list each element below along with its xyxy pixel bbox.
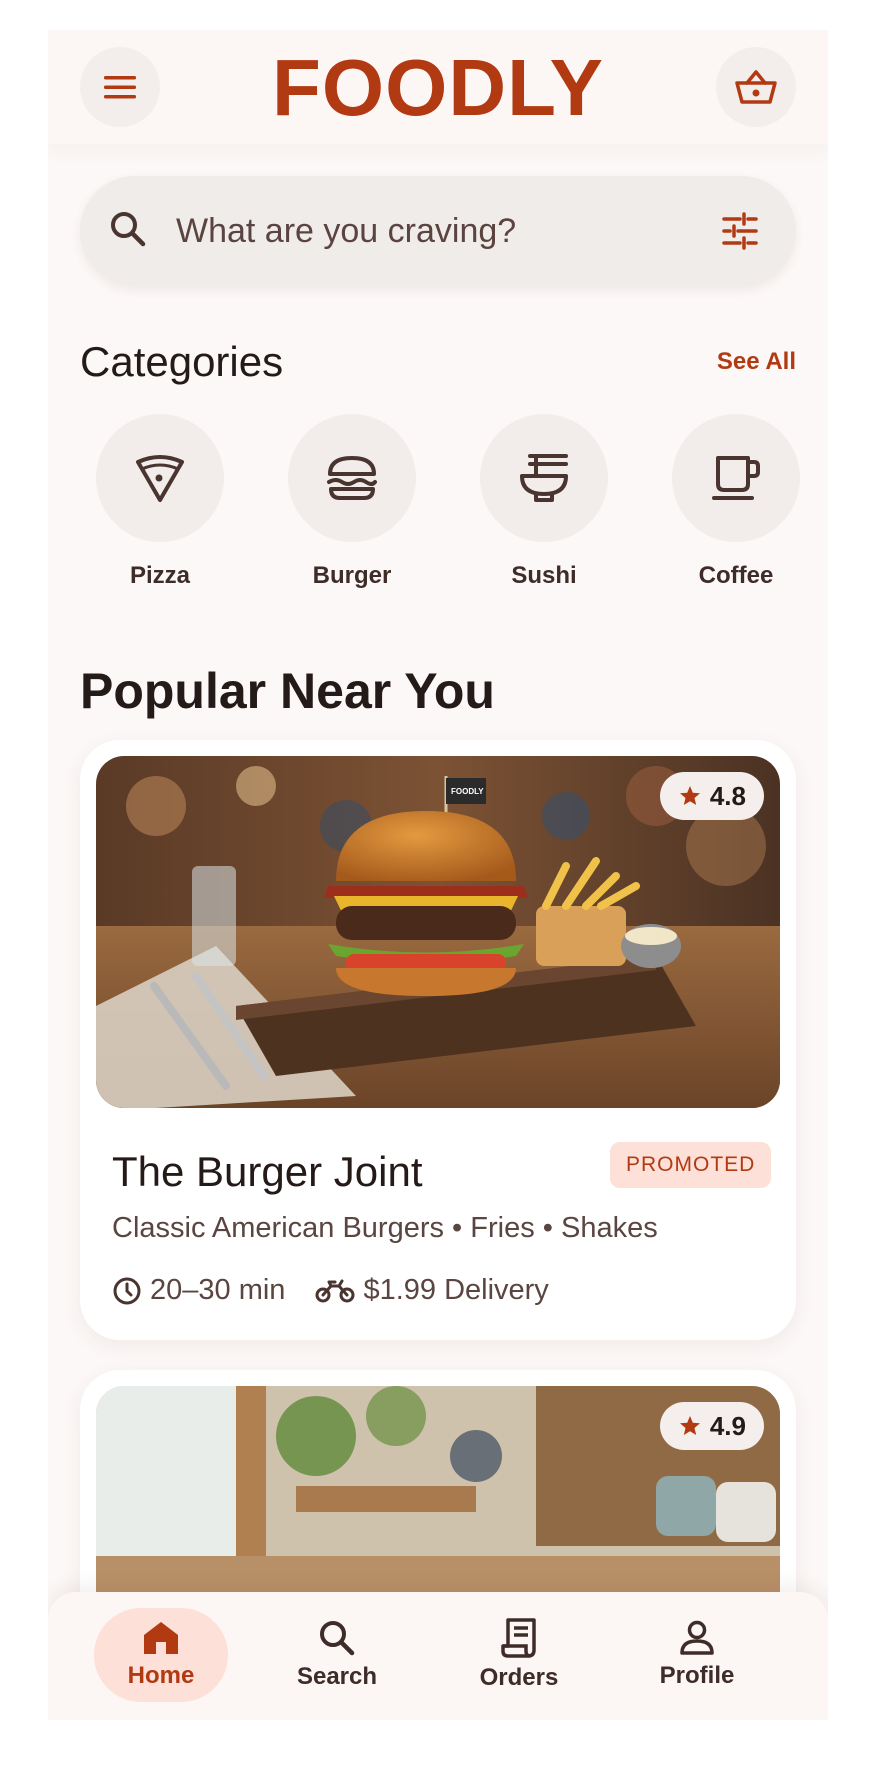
nav-home[interactable]: Home (94, 1608, 228, 1702)
basket-icon (735, 70, 777, 104)
flag-label: FOODLY (451, 787, 484, 796)
category-sushi[interactable]: Sushi (480, 414, 608, 590)
rating-value: 4.9 (709, 1410, 746, 1441)
star-icon (679, 786, 700, 805)
receipt-icon (501, 1618, 536, 1658)
nav-orders[interactable]: Orders (452, 1608, 586, 1702)
star-icon (679, 1416, 700, 1435)
scooter-icon (315, 1279, 355, 1302)
nav-profile[interactable]: Profile (630, 1608, 764, 1702)
pizza-icon (136, 455, 184, 502)
burger-icon (327, 456, 377, 500)
coffee-cup-icon (712, 456, 760, 500)
nav-label: Profile (659, 1662, 735, 1689)
restaurant-card[interactable]: FOODLY 4.8 The Burger Joint PROMOTED Cla… (80, 740, 796, 1340)
filter-sliders-icon[interactable] (720, 211, 760, 251)
rating-badge: 4.8 (659, 772, 764, 820)
restaurant-cuisine: Classic American Burgers • Fries • Shake… (112, 1212, 658, 1244)
category-label: Sushi (511, 562, 577, 589)
delivery-fee-text: $1.99 Delivery (363, 1274, 549, 1306)
category-burger[interactable]: Burger (288, 414, 416, 590)
nav-label: Search (296, 1663, 378, 1690)
cart-button[interactable] (716, 47, 796, 127)
category-circle (480, 414, 608, 542)
popular-title: Popular Near You (80, 663, 495, 719)
delivery-fee: $1.99 Delivery (315, 1274, 549, 1307)
nav-label: Orders (479, 1664, 559, 1691)
search-icon (111, 212, 146, 247)
category-coffee[interactable]: Coffee (672, 414, 800, 590)
nav-label: Home (127, 1662, 195, 1689)
category-circle (288, 414, 416, 542)
search-input[interactable] (176, 206, 716, 256)
app-logo: FOODLY (272, 43, 604, 132)
search-icon (320, 1621, 355, 1656)
home-icon (144, 1622, 178, 1654)
see-all-link[interactable]: See All (688, 348, 796, 376)
category-label: Burger (312, 562, 392, 589)
restaurant-photo: FOODLY 4.8 (96, 756, 780, 1108)
delivery-time: 20–30 min (112, 1274, 285, 1307)
category-pizza[interactable]: Pizza (96, 414, 224, 590)
rating-value: 4.8 (709, 780, 746, 811)
ramen-bowl-icon (520, 454, 568, 502)
category-label: Pizza (129, 562, 191, 589)
promoted-badge: PROMOTED (610, 1142, 772, 1188)
restaurant-name: The Burger Joint (112, 1148, 423, 1195)
bottom-navigation: Home Search Orders Profile (48, 1592, 828, 1720)
app-header: FOODLY (48, 30, 828, 144)
category-circle (96, 414, 224, 542)
search-bar (80, 176, 796, 286)
rating-badge: 4.9 (659, 1402, 764, 1450)
delivery-time-text: 20–30 min (150, 1274, 286, 1306)
category-circle (672, 414, 800, 542)
app-screen: FOODLY Categories See All (48, 30, 828, 1720)
categories-title: Categories (80, 338, 284, 385)
nav-search[interactable]: Search (270, 1608, 404, 1702)
category-label: Coffee (698, 562, 774, 589)
clock-icon (113, 1277, 141, 1304)
restaurant-meta: 20–30 min $1.99 Delivery (112, 1274, 549, 1307)
person-icon (680, 1620, 714, 1655)
